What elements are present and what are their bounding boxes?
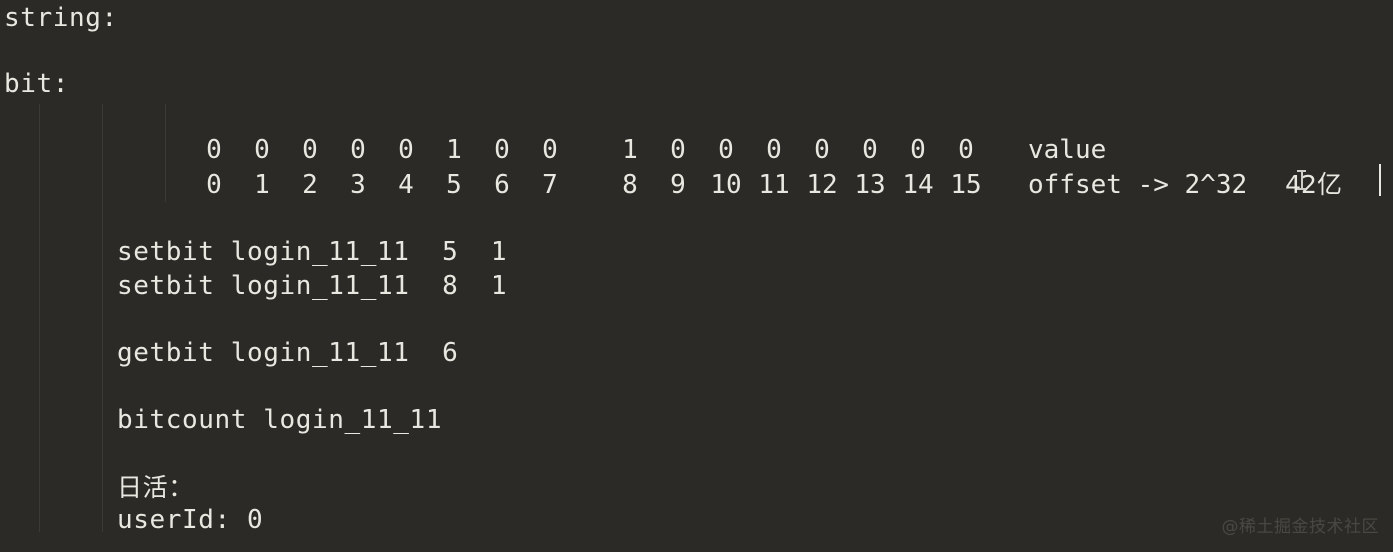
bit-value-cell: 0 — [862, 135, 878, 165]
offset-row-label: offset -> 2^32 — [1028, 170, 1248, 200]
command-list: setbit login_11_11 5 1 setbit login_11_1… — [117, 236, 507, 538]
bit-offset-cell: 14 — [902, 170, 934, 200]
setbit-command-line: setbit login_11_11 8 1 — [117, 270, 508, 301]
indent-guide-line — [39, 104, 40, 532]
string-section-label: string: — [4, 3, 118, 33]
bit-value-cell: 0 — [302, 135, 318, 165]
bit-value-cell: 1 — [622, 135, 638, 165]
bit-value-cell: 0 — [542, 135, 558, 165]
indent-guide-line — [102, 104, 103, 532]
bit-offset-cell: 1 — [254, 170, 270, 200]
offset-annotation: 42亿 — [1285, 170, 1342, 199]
bit-offset-cell: 13 — [854, 170, 886, 200]
bit-offset-cell: 12 — [806, 170, 838, 200]
bit-value-cell: 0 — [670, 135, 686, 165]
bit-offset-cell: 11 — [758, 170, 790, 200]
bit-offset-cell: 7 — [542, 170, 558, 200]
code-editor-canvas[interactable]: string: bit: 0 0 0 0 0 1 0 0 1 0 0 0 0 0 — [0, 0, 1393, 552]
byte-0-values: 0 0 0 0 0 1 0 0 — [190, 134, 574, 168]
bit-value-cell: 0 — [494, 135, 510, 165]
watermark: @稀土掘金技术社区 — [1221, 516, 1379, 537]
text-insertion-caret — [1379, 164, 1381, 196]
indent-guide-line — [165, 104, 166, 202]
bit-values-row: 0 0 0 0 0 1 0 0 1 0 0 0 0 0 0 0 value — [190, 134, 1342, 168]
bit-offset-cell: 0 — [206, 170, 222, 200]
bit-diagram: 0 0 0 0 0 1 0 0 1 0 0 0 0 0 0 0 value 0 … — [190, 134, 1342, 202]
bit-value-cell: 0 — [910, 135, 926, 165]
bit-value-cell: 0 — [766, 135, 782, 165]
bit-section-label: bit: — [4, 69, 70, 99]
byte-1-offsets: 8 9 10 11 12 13 14 15 — [606, 169, 990, 203]
bit-value-cell: 0 — [814, 135, 830, 165]
bit-offset-cell: 3 — [350, 170, 366, 200]
daily-active-label: 日活： — [117, 472, 194, 502]
bit-offsets-row: 0 1 2 3 4 5 6 7 8 9 10 11 12 13 14 15 of… — [190, 168, 1342, 202]
bit-offset-cell: 10 — [710, 170, 742, 200]
bit-value-cell: 1 — [446, 135, 462, 165]
byte-1-values: 1 0 0 0 0 0 0 0 — [606, 134, 990, 168]
text-ibeam-mouse-cursor-icon — [1297, 169, 1306, 191]
bit-value-cell: 0 — [206, 135, 222, 165]
value-row-label: value — [1028, 135, 1107, 165]
bit-offset-cell: 4 — [398, 170, 414, 200]
bit-offset-cell: 9 — [670, 170, 686, 200]
bit-offset-cell: 5 — [446, 170, 462, 200]
bit-value-cell: 0 — [398, 135, 414, 165]
bit-offset-cell: 15 — [950, 170, 982, 200]
bit-offset-cell: 2 — [302, 170, 318, 200]
bit-value-cell: 0 — [958, 135, 974, 165]
bitcount-command-line: bitcount login_11_11 — [117, 404, 443, 435]
bit-value-cell: 0 — [718, 135, 734, 165]
user-id-line: userId: 0 — [117, 505, 264, 535]
bit-offset-cell: 8 — [622, 170, 638, 200]
bit-offset-cell: 6 — [494, 170, 510, 200]
setbit-command-line: setbit login_11_11 5 1 — [117, 237, 508, 267]
bit-value-cell: 0 — [254, 135, 270, 165]
getbit-command-line: getbit login_11_11 6 — [117, 337, 459, 368]
byte-0-offsets: 0 1 2 3 4 5 6 7 — [190, 169, 574, 203]
bit-value-cell: 0 — [350, 135, 366, 165]
